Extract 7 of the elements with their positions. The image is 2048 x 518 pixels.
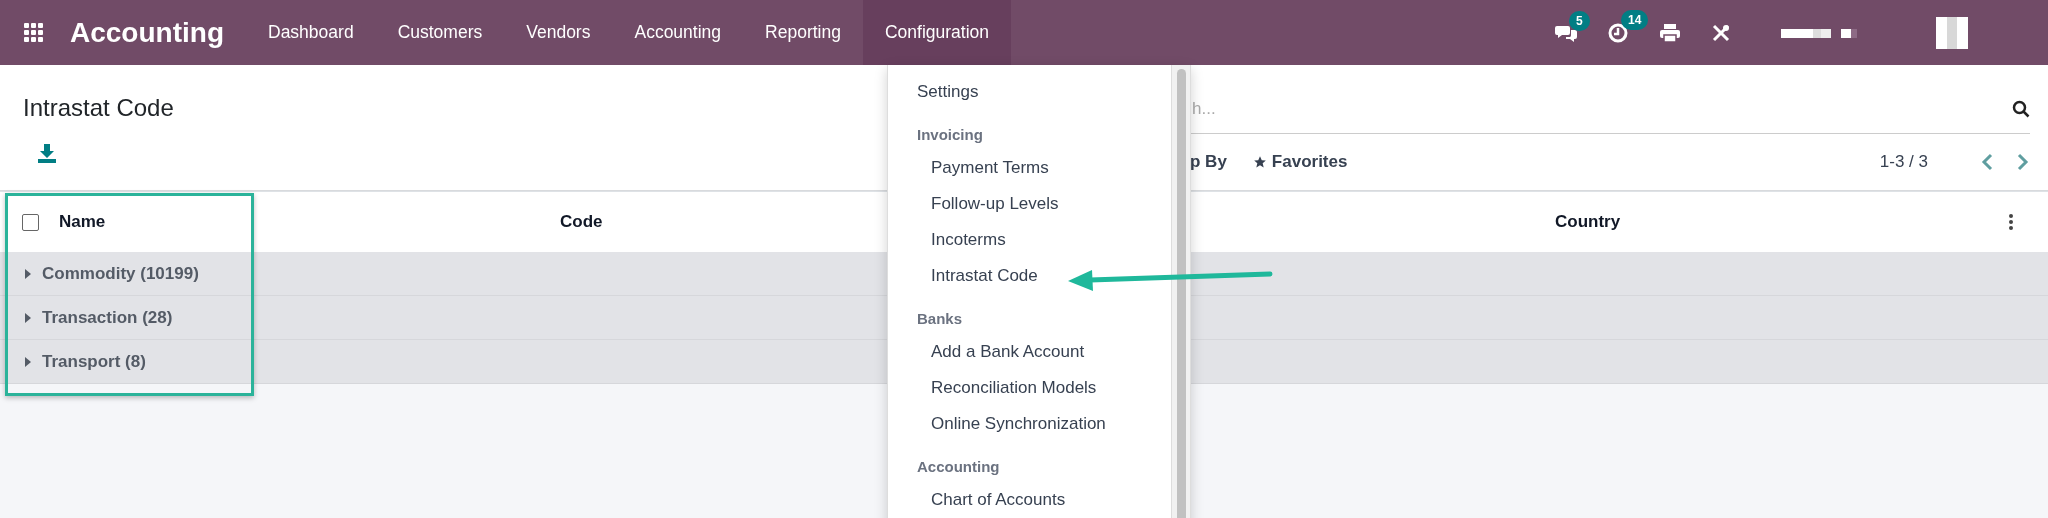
menu-section-header: Invoicing xyxy=(916,125,984,145)
menu-section-header: Banks xyxy=(916,309,964,329)
count-badge: 14 xyxy=(1621,9,1649,30)
menu-section-header: Accounting xyxy=(916,457,1001,477)
pager-range: 1-3 / 3 xyxy=(1879,152,1928,172)
page-title: Intrastat Code xyxy=(23,93,174,123)
count-badge: 5 xyxy=(1569,10,1590,31)
